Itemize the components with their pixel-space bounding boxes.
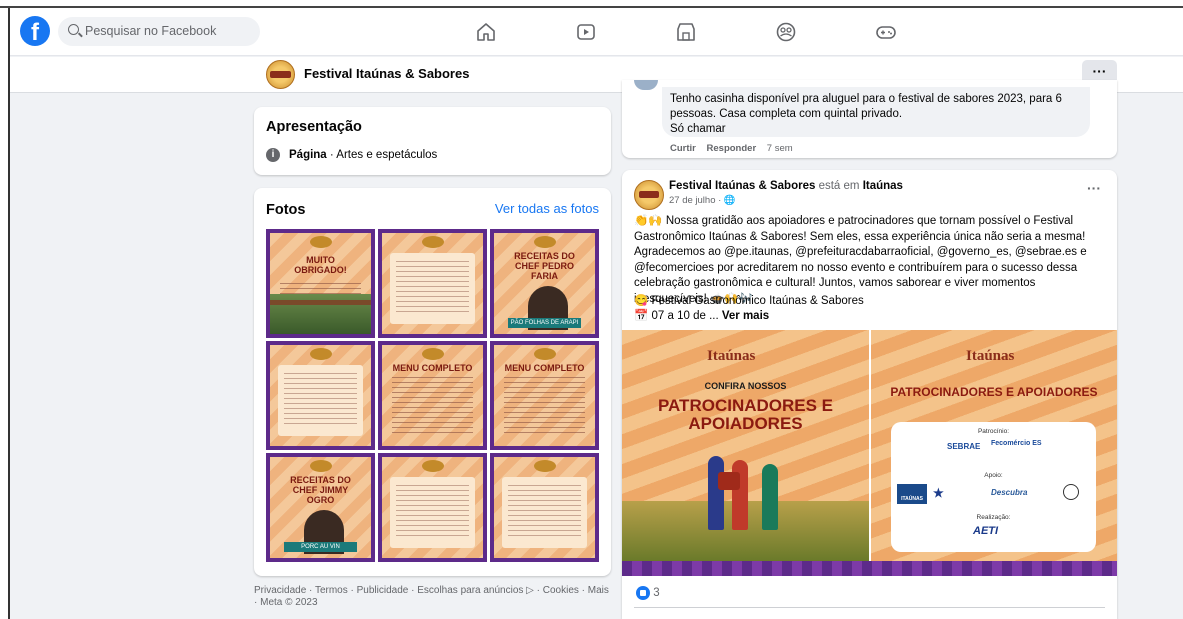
realization-label: Realização: [976,514,1011,521]
search-input[interactable]: Pesquisar no Facebook [58,17,260,46]
photos-title: Fotos [266,202,306,218]
reactions-count: 3 [653,587,660,600]
see-more-link[interactable]: Ver mais [722,310,769,322]
post-date[interactable]: 27 de julho · 🌐 [669,195,736,206]
reply-comment-button[interactable]: Responder [707,143,757,154]
commenter-avatar[interactable] [634,80,658,90]
post-author[interactable]: Festival Itaúnas & Sabores [669,180,815,192]
post-card: Festival Itaúnas & Sabores está em Itaún… [622,170,1117,619]
photo-tile-title: RECEITAS DO CHEF PEDRO FARIA [514,251,575,281]
search-placeholder: Pesquisar no Facebook [85,24,217,38]
reactions-summary[interactable]: 3 [636,586,660,600]
footer-links[interactable]: Privacidade · Termos · Publicidade · Esc… [254,585,614,609]
photo-tile[interactable]: MUITO OBRIGADO! [266,229,375,338]
page-avatar[interactable] [266,60,295,89]
post-author-line: Festival Itaúnas & Sabores está em Itaún… [669,180,903,192]
aeti-logo: AETI [973,525,999,537]
image-brand-logo: Itaúnas [707,348,756,364]
post-image-sponsors-title[interactable]: Itaúnas CONFIRA NOSSOS PATROCINADORES E … [622,330,869,576]
sponsor-label: Patrocínio: [977,428,1010,435]
comment-text-line: pessoas. Casa completa com quintal priva… [670,108,903,120]
photo-tile-title: MENU COMPLETO [392,363,473,373]
marketplace-icon[interactable] [675,21,697,43]
post-more-button[interactable]: ··· [1087,180,1101,196]
comment-card: Tenho casinha disponível pra aluguel par… [622,80,1117,158]
post-place[interactable]: Itaúnas [863,180,903,192]
image-title: PATROCINADORES E APOIADORES [890,385,1098,399]
photo-tile[interactable]: MENU COMPLETO [378,341,487,450]
image-border-strip [622,561,1117,576]
page-category: Página · Artes e espetáculos [289,149,438,161]
top-navigation-bar: f Pesquisar no Facebook [10,8,1183,56]
sebrae-logo: SEBRAE [947,442,981,451]
photo-tile-title: RECEITAS DO CHEF JIMMY OGRO [290,475,351,505]
page-name[interactable]: Festival Itaúnas & Sabores [304,66,469,81]
search-icon [68,24,79,35]
post-author-avatar[interactable] [634,180,664,210]
gaming-icon[interactable] [875,21,897,43]
intro-card: Apresentação i Página · Artes e espetácu… [254,107,611,175]
star-emblem-icon: ★ [933,486,944,500]
comment-bubble: Tenho casinha disponível pra aluguel par… [662,87,1090,137]
descubra-logo: Descubra [991,488,1028,497]
photo-tile-title: MUITO OBRIGADO! [294,255,347,275]
like-reaction-icon [636,586,650,600]
photo-tile-title: MENU COMPLETO [504,363,585,373]
photo-tile[interactable]: RECEITAS DO CHEF PEDRO FARIA PÃO FOLHAS … [490,229,599,338]
see-all-photos-link[interactable]: Ver todas as fotos [495,201,599,216]
facebook-logo[interactable]: f [20,16,50,46]
photo-tile[interactable]: MENU COMPLETO [490,341,599,450]
comment-time: 7 sem [766,143,793,154]
sponsors-panel: Patrocínio: SEBRAE Fecomércio ES Apoio: … [891,422,1096,552]
post-event-line: 😋 Festival Gastronômico Itaúnas & Sabore… [634,295,864,307]
photo-tile-banner: PÃO FOLHAS DE ARAPI [508,318,581,328]
like-comment-button[interactable]: Curtir [670,143,696,154]
photo-tile[interactable] [378,453,487,562]
itaunas-logo: ITAÚNAS [897,484,927,504]
comment-text-line: Tenho casinha disponível pra aluguel par… [670,93,1062,105]
intro-title: Apresentação [266,119,362,135]
groups-icon[interactable] [775,21,797,43]
photo-tile[interactable] [378,229,487,338]
post-image-sponsors-logos[interactable]: Itaúnas PATROCINADORES E APOIADORES Patr… [871,330,1117,576]
photo-tile[interactable] [266,341,375,450]
photos-card: Fotos Ver todas as fotos MUITO OBRIGADO!… [254,188,611,576]
comment-actions: Curtir Responder 7 sem [670,143,793,154]
photos-grid: MUITO OBRIGADO! RECEITAS DO CHEF PEDRO F… [266,229,599,563]
window-left-edge [0,8,10,619]
post-date-line: 📅 07 a 10 de ... Ver mais [634,310,770,322]
support-label: Apoio: [984,472,1003,479]
comment-text-line: Só chamar [670,123,726,135]
photo-tile[interactable] [490,453,599,562]
seal-icon [1063,484,1079,500]
fecomercio-logo: Fecomércio ES [991,440,1042,447]
image-subtitle: CONFIRA NOSSOS [704,381,787,391]
post-divider [634,607,1105,608]
window-top-edge [0,0,1183,8]
info-icon: i [266,148,280,162]
image-brand-logo: Itaúnas [966,348,1015,364]
photo-tile-banner: PORC AU VIN [284,542,357,552]
photo-tile[interactable]: RECEITAS DO CHEF JIMMY OGRO PORC AU VIN [266,453,375,562]
home-icon[interactable] [475,21,497,43]
video-icon[interactable] [575,21,597,43]
image-title: PATROCINADORES E APOIADORES [657,396,834,433]
